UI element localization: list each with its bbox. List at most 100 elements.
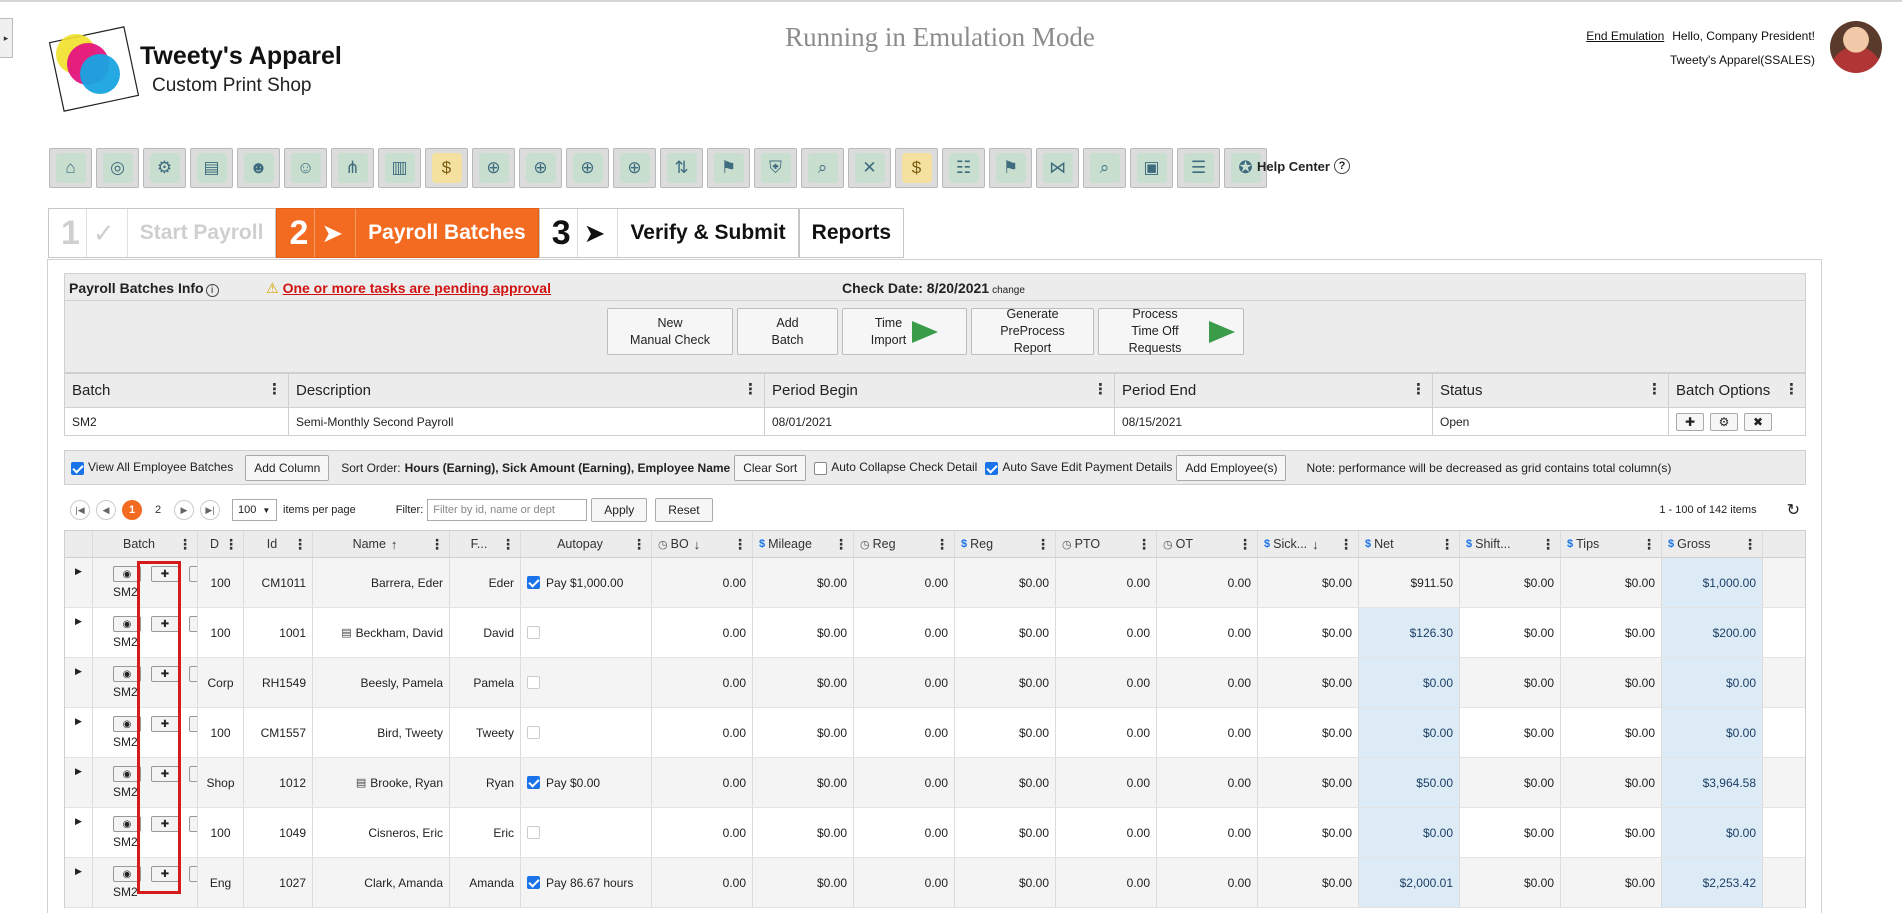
tab-verify-submit[interactable]: 3 ➤ Verify & Submit [538, 208, 799, 258]
toolbar-button[interactable]: ⊕ [472, 148, 515, 188]
expand-row-icon[interactable]: ▶ [75, 816, 82, 827]
toolbar-button[interactable]: ⊕ [519, 148, 562, 188]
toolbar-button[interactable]: ⋈ [1036, 148, 1079, 188]
toolbar-button[interactable]: ▤ [190, 148, 233, 188]
toolbar-button[interactable]: $ [895, 148, 938, 188]
grid-col-auto[interactable]: Autopay ⋮ [521, 531, 652, 557]
generate-preprocess-report-button[interactable]: Generate PreProcess Report [971, 307, 1094, 355]
toolbar-button[interactable]: ⚑ [989, 148, 1032, 188]
toolbar-button[interactable]: ☻ [237, 148, 280, 188]
remove-icon[interactable]: ✕ [189, 866, 197, 882]
column-menu-icon[interactable]: ⋮ [1642, 537, 1656, 551]
auto-collapse-checkbox[interactable]: Auto Collapse Check Detail [814, 460, 977, 475]
toolbar-button[interactable]: ⊕ [613, 148, 656, 188]
column-menu-icon[interactable]: ⋮ [1411, 382, 1426, 398]
remove-icon[interactable]: ✕ [189, 566, 197, 582]
grid-col-batch[interactable]: Batch ⋮ [93, 531, 198, 557]
split-icon[interactable]: ✚ [151, 816, 179, 832]
toolbar-button[interactable]: ⚙ [143, 148, 186, 188]
add-batch-button[interactable]: Add Batch [737, 308, 838, 355]
cell-exp[interactable]: ▶ [65, 708, 93, 757]
grid-col-d[interactable]: D ⋮ [198, 531, 244, 557]
toolbar-button[interactable]: ☰ [1177, 148, 1220, 188]
remove-icon[interactable]: ✕ [189, 666, 197, 682]
split-icon[interactable]: ✚ [151, 616, 179, 632]
split-icon[interactable]: ✚ [151, 666, 179, 682]
table-row[interactable]: ▶ ◉ ✚ ✕ SM2 100 CM1557 Bird, Tweety Tweety 0.00 $0… [65, 708, 1805, 758]
column-menu-icon[interactable]: ⋮ [1036, 537, 1050, 551]
toolbar-button[interactable]: ▥ [378, 148, 421, 188]
split-icon[interactable]: ✚ [151, 566, 179, 582]
toolbar-button[interactable]: ✕ [848, 148, 891, 188]
column-menu-icon[interactable]: ⋮ [1541, 537, 1555, 551]
gear-icon[interactable]: ⚙ [1710, 413, 1738, 431]
change-date-link[interactable]: change [992, 285, 1025, 296]
remove-icon[interactable]: ✕ [189, 716, 197, 732]
column-menu-icon[interactable]: ⋮ [1238, 537, 1252, 551]
info-icon[interactable]: i [205, 284, 219, 297]
toolbar-button[interactable]: ▣ [1130, 148, 1173, 188]
split-icon[interactable]: ✚ [151, 766, 179, 782]
last-page-icon[interactable]: ▶| [200, 500, 220, 520]
column-menu-icon[interactable]: ⋮ [733, 537, 747, 551]
grid-col-shift[interactable]: $ Shift... ⋮ [1460, 531, 1561, 557]
grid-col-name[interactable]: Name ↑ ⋮ [313, 531, 450, 557]
page-1[interactable]: 1 [122, 500, 142, 520]
column-menu-icon[interactable]: ⋮ [1339, 537, 1353, 551]
first-page-icon[interactable]: |◀ [70, 500, 90, 520]
remove-icon[interactable]: ✕ [189, 616, 197, 632]
column-menu-icon[interactable]: ⋮ [1137, 537, 1151, 551]
autopay-checkbox[interactable] [527, 676, 540, 689]
toolbar-button[interactable]: ⚑ [707, 148, 750, 188]
document-icon[interactable]: ▤ [341, 626, 351, 639]
split-icon[interactable]: ✚ [151, 866, 179, 882]
column-menu-icon[interactable]: ⋮ [632, 537, 646, 551]
new-manual-check-button[interactable]: New Manual Check [607, 308, 733, 355]
expand-row-icon[interactable]: ▶ [75, 766, 82, 777]
cell-exp[interactable]: ▶ [65, 858, 93, 907]
table-row[interactable]: ▶ ◉ ✚ ✕ SM2 Shop 1012 ▤ Brooke, Ryan Ryan Pay $0.0… [65, 758, 1805, 808]
toolbar-button[interactable]: ☺ [284, 148, 327, 188]
table-row[interactable]: ▶ ◉ ✚ ✕ SM2 100 1049 Cisneros, Eric Eric 0.00 $0.0… [65, 808, 1805, 858]
column-menu-icon[interactable]: ⋮ [1093, 382, 1108, 398]
column-menu-icon[interactable]: ⋮ [501, 537, 515, 551]
expand-row-icon[interactable]: ▶ [75, 666, 82, 677]
clear-sort-button[interactable]: Clear Sort [734, 454, 807, 481]
cell-exp[interactable]: ▶ [65, 658, 93, 707]
toolbar-button[interactable]: ⛨ [754, 148, 797, 188]
cell-exp[interactable]: ▶ [65, 808, 93, 857]
grid-col-exp[interactable] [65, 531, 93, 557]
grid-col-ot[interactable]: ◷ OT ⋮ [1157, 531, 1258, 557]
autopay-checkbox[interactable] [527, 776, 540, 789]
cell-exp[interactable]: ▶ [65, 608, 93, 657]
grid-col-mileage[interactable]: $ Mileage ⋮ [753, 531, 854, 557]
side-panel-toggle[interactable]: ▸ [0, 18, 13, 58]
autopay-checkbox[interactable] [527, 576, 540, 589]
expand-row-icon[interactable]: ▶ [75, 866, 82, 877]
time-import-button[interactable]: Time Import [842, 308, 967, 355]
toolbar-button[interactable]: ⌕ [801, 148, 844, 188]
view-icon[interactable]: ◉ [113, 766, 141, 782]
grid-col-gross[interactable]: $ Gross ⋮ [1662, 531, 1763, 557]
expand-row-icon[interactable]: ▶ [75, 566, 82, 577]
view-icon[interactable]: ◉ [113, 816, 141, 832]
next-page-icon[interactable]: ▶ [174, 500, 194, 520]
column-menu-icon[interactable]: ⋮ [743, 382, 758, 398]
table-row[interactable]: ▶ ◉ ✚ ✕ SM2 Eng 1027 Clark, Amanda Amanda Pay 86.… [65, 858, 1805, 908]
avatar[interactable] [1830, 21, 1882, 73]
col-period-begin[interactable]: Period Begin ⋮ [765, 374, 1115, 407]
toolbar-button[interactable]: ⋔ [331, 148, 374, 188]
toolbar-button[interactable]: ◎ [96, 148, 139, 188]
grid-col-sick[interactable]: $ Sick... ↓ ⋮ [1258, 531, 1359, 557]
cell-exp[interactable]: ▶ [65, 758, 93, 807]
grid-col-bo[interactable]: ◷ BO ↓ ⋮ [652, 531, 753, 557]
col-batch[interactable]: Batch ⋮ [65, 374, 289, 407]
grid-col-pto[interactable]: ◷ PTO ⋮ [1056, 531, 1157, 557]
column-menu-icon[interactable]: ⋮ [1784, 382, 1799, 398]
page-2[interactable]: 2 [148, 500, 168, 520]
toolbar-button[interactable]: ⊕ [566, 148, 609, 188]
add-column-button[interactable]: Add Column [245, 454, 330, 481]
process-time-off-button[interactable]: Process Time Off Requests [1098, 307, 1244, 355]
document-icon[interactable]: ▤ [356, 776, 366, 789]
toolbar-button[interactable]: $ [425, 148, 468, 188]
